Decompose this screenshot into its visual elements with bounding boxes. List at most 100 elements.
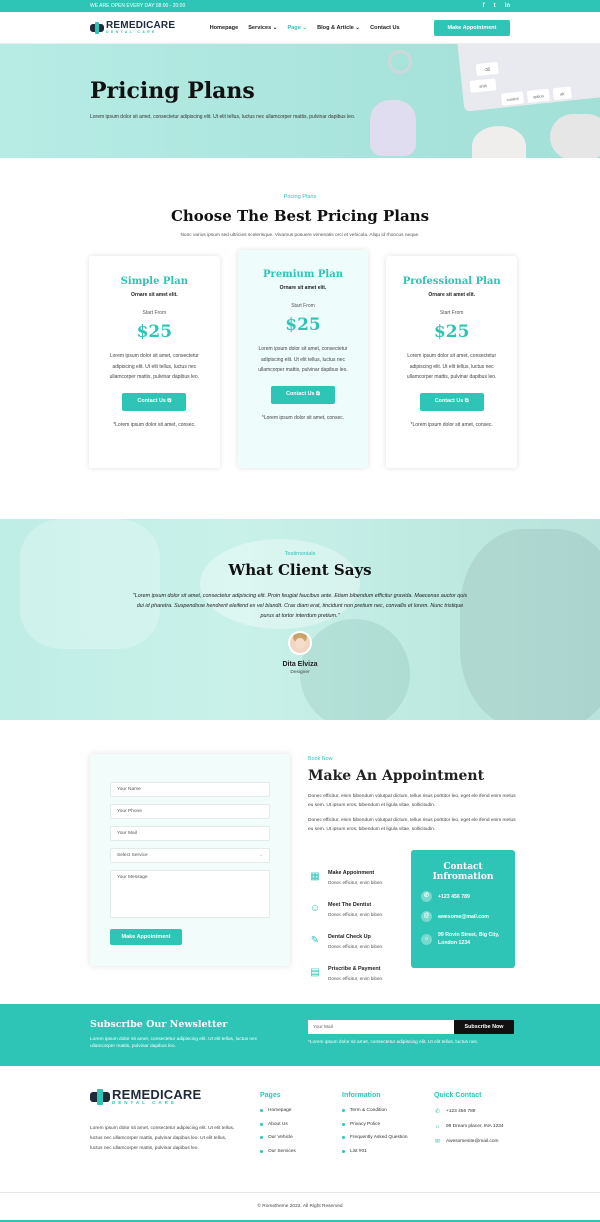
pricing-card: Simple Plan Ornare sit amet elit. Start … xyxy=(89,256,220,468)
twitter-icon[interactable]: t xyxy=(494,3,496,9)
facebook-icon[interactable]: f xyxy=(483,3,485,9)
plan-price: $25 xyxy=(285,315,321,335)
appointment-paragraph: Donec efficitur, enim bibendum volutpat … xyxy=(308,818,516,832)
footer-link[interactable]: Term & Condition xyxy=(342,1108,408,1113)
phone-field[interactable]: Your Phone xyxy=(110,804,270,819)
contact-info-card: Contact Infromation ✆ +123 456 789 @ aweso… xyxy=(411,850,515,968)
footer-link[interactable]: List #01 xyxy=(342,1149,408,1154)
pricing-title: Choose The Best Pricing Plans xyxy=(170,207,430,225)
copyright-text: © Rometheme 2022. All Right Reserved xyxy=(257,1204,343,1209)
step-item: ▦ Make Appoinment Donec efficitur, enim b… xyxy=(308,870,408,891)
nav-item-page[interactable]: Page ⌄ xyxy=(287,25,307,31)
plan-name: Professional Plan xyxy=(402,276,501,287)
newsletter-title: Subscribe Our Newsletter xyxy=(90,1019,228,1030)
nav-item-homepage[interactable]: Homepage xyxy=(210,25,239,31)
footer-about: Lorem ipsum dolor sit amet, consectetur … xyxy=(90,1126,235,1151)
plan-tagline: Ornare sit amet elit. xyxy=(130,292,178,298)
plan-note: *Lorem ipsum dolor sit amet, consec. xyxy=(410,421,493,428)
appointment-paragraph: Donec efficitur, enim bibendum volutpat … xyxy=(308,794,516,808)
step-title: Make Appoinment xyxy=(328,870,375,876)
brand-tagline: DENTAL CARE xyxy=(106,29,157,34)
footer-contact-phone[interactable]: ✆ +123 456 789 xyxy=(434,1108,504,1115)
footer-link[interactable]: Homepage xyxy=(260,1108,296,1113)
service-placeholder: Select Service xyxy=(117,853,148,858)
message-placeholder: Your Message xyxy=(117,875,148,880)
footer-link[interactable]: Our Services xyxy=(260,1149,296,1154)
mail-icon: ✉ xyxy=(434,1139,441,1145)
opening-hours: WE ARE OPEN EVERY DAY 08:00 - 20:00 xyxy=(90,3,186,9)
plan-from: Start From xyxy=(142,310,167,316)
phone-placeholder: Your Phone xyxy=(117,809,142,814)
social-links: f t in xyxy=(483,3,510,9)
footer-logo[interactable]: REMEDICARE DENTAL CARE xyxy=(90,1088,201,1106)
chevron-down-icon: ⌄ xyxy=(258,853,263,858)
nav-item-blog[interactable]: Blog & Article ⌄ xyxy=(317,25,360,31)
plant-image xyxy=(472,126,526,158)
phone-icon: ✆ xyxy=(434,1109,441,1115)
footer-link[interactable]: About Us xyxy=(260,1122,296,1127)
contact-us-button[interactable]: Contact Us ⧉ xyxy=(122,392,187,411)
newsletter-email-input[interactable]: Your Mail xyxy=(308,1020,454,1034)
tooth-model-image xyxy=(370,100,416,156)
contact-phone-value: +123 456 789 xyxy=(438,893,470,900)
mail-icon: @ xyxy=(421,911,432,922)
testimonial-eyebrow: Testimonials xyxy=(284,551,316,557)
appointment-eyebrow: Book Now xyxy=(308,756,333,762)
email-field[interactable]: Your Mail xyxy=(110,826,270,841)
step-desc: Donec efficitur, enim biben. xyxy=(328,944,384,949)
step-desc: Donec efficitur, enim biben. xyxy=(328,880,384,885)
subscribe-button[interactable]: Subscribe Now xyxy=(454,1020,514,1034)
tooth-logo-icon xyxy=(90,1088,110,1105)
plan-tagline: Ornare sit amet elit. xyxy=(279,285,327,291)
footer-info-title: Information xyxy=(342,1092,381,1099)
appointment-steps: ▦ Make Appoinment Donec efficitur, enim b… xyxy=(308,870,408,998)
step-item: ▤ Priscribe & Payment Donec efficitur, en… xyxy=(308,966,408,987)
footer-link[interactable]: Our Vehicle xyxy=(260,1135,296,1140)
footer-contact-email[interactable]: ✉ Awesomesite@mail.com xyxy=(434,1138,504,1145)
tooth-logo-icon xyxy=(90,21,104,34)
nav-item-services[interactable]: Services ⌄ xyxy=(248,25,277,31)
contact-us-button[interactable]: Contact Us ⧉ xyxy=(271,385,335,404)
top-bar: WE ARE OPEN EVERY DAY 08:00 - 20:00 f t … xyxy=(0,0,600,12)
pricing-subtitle: Nunc varius ipsum sed ultricies sceleris… xyxy=(180,233,420,238)
submit-appointment-button[interactable]: Make Appointment xyxy=(110,929,182,945)
name-field[interactable]: Your Name xyxy=(110,782,270,797)
page-title: Pricing Plans xyxy=(90,78,255,104)
main-nav: REMEDICARE DENTAL CARE Homepage Services… xyxy=(0,12,600,44)
testimonial-quote: "Lorem ipsum dolor sit amet, consectetur… xyxy=(132,593,468,619)
logo[interactable]: REMEDICARE DENTAL CARE xyxy=(90,20,175,35)
message-field[interactable]: Your Message xyxy=(110,870,270,918)
step-item: ✎ Dental Check Up Donec efficitur, enim b… xyxy=(308,934,408,955)
step-title: Priscribe & Payment xyxy=(328,966,381,972)
avatar xyxy=(288,631,312,655)
footer-contact-title: Quick Contact xyxy=(434,1092,482,1099)
contact-address: ⌂ 99 Rovin Street, Big City, London 1234 xyxy=(421,931,505,947)
contact-email[interactable]: @ awesome@mail.com xyxy=(421,911,505,922)
plan-name: Simple Plan xyxy=(120,276,188,287)
footer-link[interactable]: Privacy Police xyxy=(342,1122,408,1127)
name-placeholder: Your Name xyxy=(117,787,141,792)
service-select[interactable]: Select Service ⌄ xyxy=(110,848,270,863)
pricing-card-featured: Premium Plan Ornare sit amet elit. Start… xyxy=(237,250,369,468)
step-title: Meet The Dentist xyxy=(328,902,372,908)
page-subtitle: Lorem ipsum dolor sit amet, consectetur … xyxy=(90,114,356,120)
contact-phone[interactable]: ✆ +123 456 789 xyxy=(421,891,505,902)
plan-description: Lorem ipsum dolor sit amet, consectetur … xyxy=(109,353,200,380)
plan-price: $25 xyxy=(136,322,173,342)
testimonial-section: Testimonials What Client Says "Lorem ips… xyxy=(0,519,600,720)
make-appointment-button[interactable]: Make Appointment xyxy=(433,19,510,36)
step-item: ☺ Meet The Dentist Donec efficitur, enim … xyxy=(308,902,408,923)
key: ⌫ xyxy=(475,61,499,77)
phone-icon: ✆ xyxy=(421,891,432,902)
dental-tool-icon: ✎ xyxy=(310,935,320,946)
footer-link[interactable]: Frequently Asked Question xyxy=(342,1135,408,1140)
map-icon: ⌂ xyxy=(435,1123,440,1130)
key: option xyxy=(526,88,550,103)
contact-us-button[interactable]: Contact Us ⧉ xyxy=(419,392,484,411)
linkedin-icon[interactable]: in xyxy=(505,3,510,9)
hero-banner: ⌫ shift control option alt Pricing Plans… xyxy=(0,44,600,158)
plan-name: Premium Plan xyxy=(263,269,343,280)
plan-note: *Lorem ipsum dolor sit amet, consec. xyxy=(113,421,196,428)
nav-item-contact[interactable]: Contact Us xyxy=(370,25,400,31)
plan-description: Lorem ipsum dolor sit amet, consectetur … xyxy=(406,353,497,380)
